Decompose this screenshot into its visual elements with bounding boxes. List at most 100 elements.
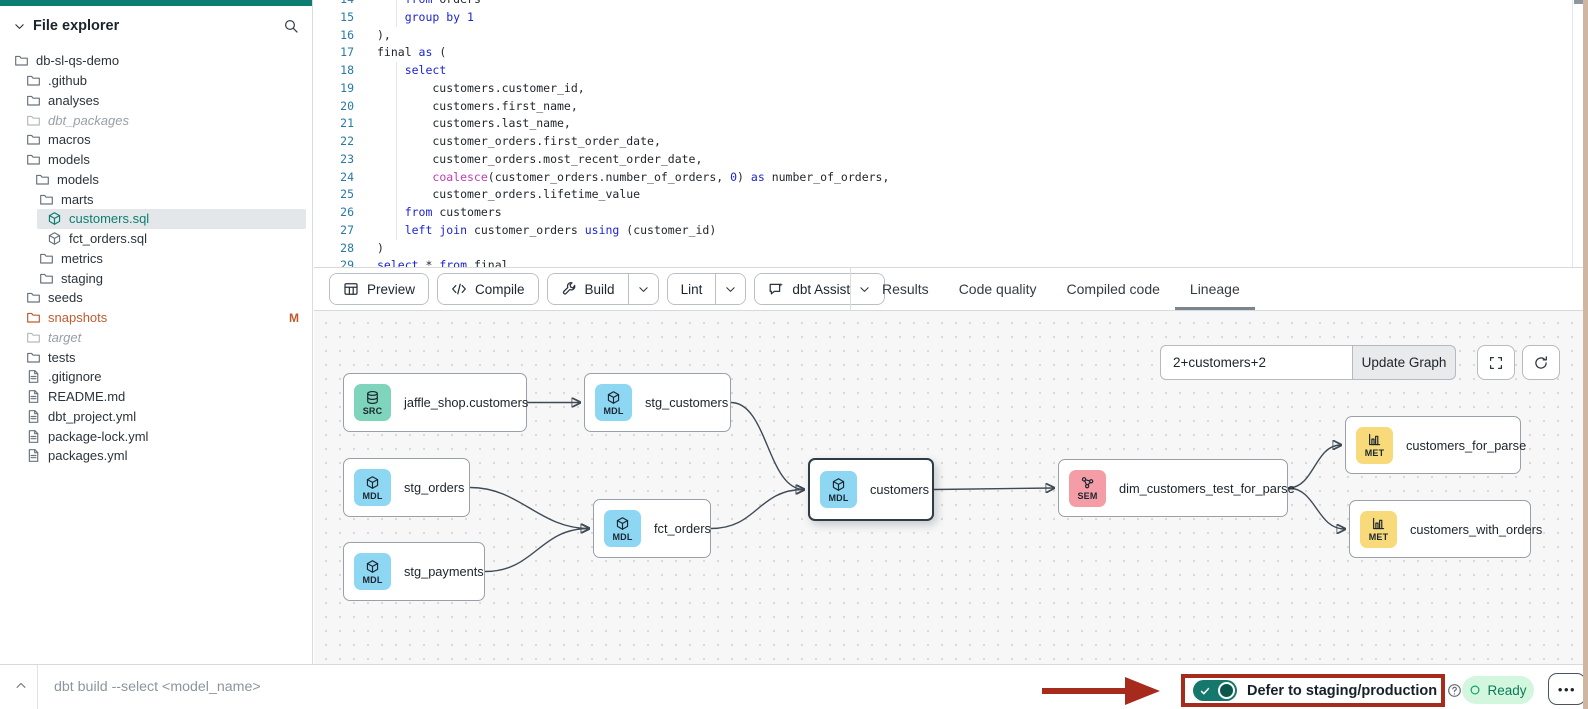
lint-dropdown-button[interactable]: [715, 274, 745, 304]
lineage-node-customers-for-parse[interactable]: METcustomers_for_parse: [1345, 416, 1521, 474]
lineage-node-customers-with-orders[interactable]: METcustomers_with_orders: [1349, 500, 1531, 558]
refresh-graph-button[interactable]: [1522, 345, 1560, 380]
wrench-icon: [561, 281, 577, 297]
file-icon: [26, 409, 41, 424]
table-icon: [343, 281, 359, 297]
code-content[interactable]: from orders group by 1),final as ( selec…: [377, 0, 889, 267]
tree-item-metrics[interactable]: metrics: [0, 249, 312, 269]
assist-icon: [768, 281, 784, 297]
code-line: ),: [377, 27, 889, 45]
node-label: customers: [870, 482, 929, 497]
chevron-down-icon[interactable]: [13, 20, 26, 33]
sidebar-accent-bar: [0, 0, 312, 6]
lineage-node-stg-payments[interactable]: MDLstg_payments: [343, 542, 485, 601]
collapse-command-bar-button[interactable]: [8, 672, 34, 698]
status-badge[interactable]: Ready: [1462, 676, 1534, 704]
tree-item-packages-yml[interactable]: packages.yml: [0, 446, 312, 466]
tree-item-target[interactable]: target: [0, 328, 312, 348]
tree-item-github[interactable]: .github: [0, 71, 312, 91]
tree-item-label: metrics: [61, 251, 103, 266]
tree-item-staging[interactable]: staging: [0, 268, 312, 288]
tree-item-gitignore[interactable]: .gitignore: [0, 367, 312, 387]
lineage-node-customers[interactable]: MDLcustomers: [808, 458, 934, 521]
node-badge-label: MET: [1369, 532, 1389, 542]
tree-item-dbt-packages[interactable]: dbt_packages: [0, 110, 312, 130]
tree-item-package-lock-yml[interactable]: package-lock.yml: [0, 426, 312, 446]
editor-scrollbar[interactable]: [1572, 0, 1583, 267]
node-type-badge: SRC: [354, 384, 391, 421]
code-line: from customers: [377, 204, 889, 222]
tree-item-models[interactable]: models: [0, 150, 312, 170]
folder-icon: [39, 192, 54, 207]
chevron-up-icon: [14, 678, 28, 693]
build-button[interactable]: Build: [548, 274, 628, 304]
tree-item-fct-orders-sql[interactable]: fct_orders.sql: [0, 229, 312, 249]
dbt-assist-button-group: dbt Assist: [754, 273, 885, 305]
code-line: from orders: [377, 0, 889, 9]
node-label: stg_orders: [404, 480, 464, 495]
dbt-assist-button[interactable]: dbt Assist: [755, 274, 884, 304]
tree-item-label: marts: [61, 192, 94, 207]
preview-button[interactable]: Preview: [330, 274, 428, 304]
lineage-node-dim-customers-test-for-parse[interactable]: SEMdim_customers_test_for_parse: [1058, 459, 1288, 517]
chevron-down-icon: [637, 283, 650, 296]
help-icon[interactable]: [1447, 683, 1462, 698]
lineage-node-fct-orders[interactable]: MDLfct_orders: [593, 499, 711, 558]
tree-item-dbt-project-yml[interactable]: dbt_project.yml: [0, 407, 312, 427]
tree-item-readme-md[interactable]: README.md: [0, 387, 312, 407]
search-icon[interactable]: [283, 18, 299, 34]
node-label: jaffle_shop.customers: [404, 395, 528, 410]
tree-item-db-sl-qs-demo[interactable]: db-sl-qs-demo: [0, 51, 312, 71]
build-dropdown-button[interactable]: [628, 274, 658, 304]
line-number: 14: [314, 0, 354, 9]
folder-icon: [35, 172, 50, 187]
defer-toggle[interactable]: [1193, 680, 1237, 701]
tree-item-label: target: [48, 330, 81, 345]
tree-item-analyses[interactable]: analyses: [0, 91, 312, 111]
lint-button-label: Lint: [681, 282, 703, 297]
tree-item-tests[interactable]: tests: [0, 347, 312, 367]
lineage-node-stg-customers[interactable]: MDLstg_customers: [584, 373, 731, 432]
update-graph-button[interactable]: Update Graph: [1352, 345, 1456, 380]
tab-lineage[interactable]: Lineage: [1175, 268, 1255, 310]
node-type-badge: MDL: [354, 553, 391, 590]
line-number: 16: [314, 27, 354, 45]
build-button-label: Build: [585, 282, 615, 297]
folder-icon: [14, 53, 29, 68]
tree-item-customers-sql[interactable]: customers.sql: [37, 209, 306, 229]
compile-button[interactable]: Compile: [438, 274, 538, 304]
more-options-button[interactable]: •••: [1548, 673, 1586, 705]
tree-item-marts[interactable]: marts: [0, 189, 312, 209]
tree-item-snapshots[interactable]: snapshotsM: [0, 308, 312, 328]
tree-item-seeds[interactable]: seeds: [0, 288, 312, 308]
model-cube-icon: [615, 516, 630, 531]
fullscreen-button[interactable]: [1477, 345, 1515, 380]
preview-button-group: Preview: [329, 273, 429, 305]
node-label: stg_customers: [645, 395, 728, 410]
tab-results[interactable]: Results: [867, 268, 944, 310]
tree-item-models[interactable]: models: [0, 170, 312, 190]
line-number: 27: [314, 222, 354, 240]
tree-item-macros[interactable]: macros: [0, 130, 312, 150]
lint-button-group: Lint: [667, 273, 747, 305]
file-explorer-header: File explorer: [0, 8, 312, 44]
folder-icon: [26, 290, 41, 305]
command-input[interactable]: [52, 672, 932, 702]
lineage-node-jaffle-shop-customers[interactable]: SRC jaffle_shop.customers: [343, 373, 527, 432]
lineage-selector-input[interactable]: [1160, 345, 1353, 380]
lineage-node-stg-orders[interactable]: MDLstg_orders: [343, 458, 470, 517]
node-type-badge: SEM: [1069, 470, 1106, 507]
code-line: select: [377, 62, 889, 80]
tree-item-label: fct_orders.sql: [69, 231, 147, 246]
line-number: 15: [314, 9, 354, 27]
tab-compiled-code[interactable]: Compiled code: [1052, 268, 1175, 310]
line-number: 21: [314, 115, 354, 133]
lint-button[interactable]: Lint: [668, 274, 716, 304]
code-editor[interactable]: 14151617181920212223242526272829 from or…: [314, 0, 1583, 267]
code-line: customer_orders.lifetime_value: [377, 186, 889, 204]
node-type-badge: MET: [1360, 511, 1397, 548]
tab-code-quality[interactable]: Code quality: [944, 268, 1052, 310]
scrollbar-thumb[interactable]: [1574, 0, 1583, 4]
fullscreen-icon: [1488, 355, 1504, 371]
folder-icon: [26, 330, 41, 345]
